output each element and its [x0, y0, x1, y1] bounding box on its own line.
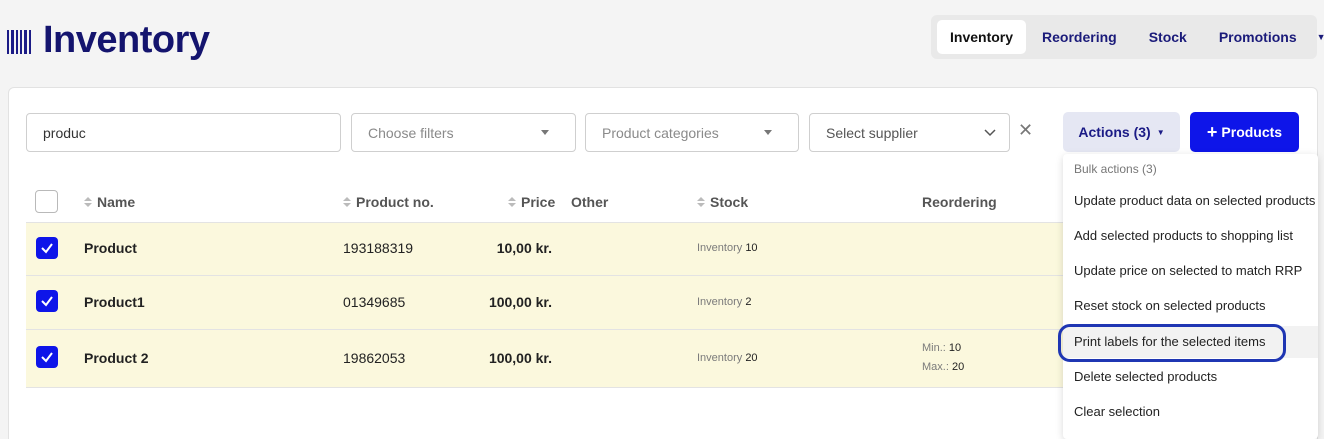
supplier-select[interactable]: Select supplier: [809, 113, 1010, 152]
reorder-min: Min.: 10: [922, 342, 961, 354]
reorder-min-label: Min.:: [922, 342, 946, 354]
column-header-stock[interactable]: Stock: [697, 194, 748, 210]
column-header-label: Name: [97, 194, 136, 210]
checkmark-icon: [41, 296, 53, 307]
table-row[interactable]: Product 2 19862053 100,00 kr. Inventory …: [26, 330, 1066, 388]
sort-icon: [508, 197, 516, 207]
product-name[interactable]: Product1: [84, 294, 145, 310]
table-row[interactable]: Product1 01349685 100,00 kr. Inventory 2: [26, 276, 1066, 330]
column-header-product-no[interactable]: Product no.: [343, 194, 434, 210]
sort-icon: [84, 197, 92, 207]
product-number: 19862053: [343, 350, 406, 366]
column-header-price[interactable]: Price: [508, 194, 555, 210]
app-logo: Inventory: [7, 18, 210, 62]
table-row[interactable]: Product 193188319 10,00 kr. Inventory 10: [26, 223, 1066, 276]
stock-label: Inventory: [697, 352, 743, 364]
filters-placeholder: Choose filters: [368, 124, 454, 141]
product-price: 100,00 kr.: [488, 294, 552, 310]
column-header-label: Product no.: [356, 194, 434, 210]
actions-button[interactable]: Actions (3) ▼: [1063, 112, 1180, 152]
column-header-label: Reordering: [922, 194, 997, 210]
menu-item-add-to-shopping-list[interactable]: Add selected products to shopping list: [1063, 220, 1318, 252]
row-checkbox[interactable]: [36, 346, 58, 368]
reorder-max-value: 20: [951, 361, 965, 373]
reorder-min-value: 10: [948, 342, 962, 354]
row-checkbox[interactable]: [36, 237, 58, 259]
select-all-checkbox[interactable]: [35, 190, 58, 213]
column-header-name[interactable]: Name: [84, 194, 135, 210]
stock-value: 20: [745, 352, 758, 364]
column-header-other: Other: [571, 194, 608, 210]
close-icon[interactable]: ✕: [1018, 120, 1033, 141]
menu-item-update-price-rrp[interactable]: Update price on selected to match RRP: [1063, 255, 1318, 287]
caret-down-icon[interactable]: ▼: [1317, 32, 1324, 42]
add-products-button[interactable]: + Products: [1190, 112, 1299, 152]
stock-label: Inventory: [697, 242, 743, 254]
product-number: 193188319: [343, 240, 414, 256]
dropdown-arrow-icon: [764, 130, 772, 135]
chevron-down-icon: [984, 129, 996, 137]
stock-info: Inventory 10: [697, 242, 758, 254]
stock-value: 2: [745, 296, 752, 308]
menu-item-print-labels[interactable]: Print labels for the selected items: [1063, 326, 1318, 358]
top-nav: Inventory Reordering Stock Promotions ▼: [931, 15, 1324, 59]
column-header-reordering: Reordering: [922, 194, 997, 210]
search-input[interactable]: produc: [26, 113, 341, 152]
supplier-placeholder: Select supplier: [826, 124, 918, 141]
plus-icon: +: [1206, 121, 1218, 142]
sort-icon: [697, 197, 705, 207]
page-title: Inventory: [43, 18, 210, 61]
tab-promotions[interactable]: Promotions: [1203, 20, 1313, 54]
menu-item-delete-products[interactable]: Delete selected products: [1063, 361, 1318, 393]
product-number: 01349685: [343, 294, 406, 310]
actions-button-label: Actions (3): [1078, 124, 1151, 140]
product-name[interactable]: Product: [84, 240, 137, 256]
menu-item-update-product-data[interactable]: Update product data on selected products: [1063, 185, 1318, 217]
stock-info: Inventory 2: [697, 296, 751, 308]
column-header-label: Other: [571, 194, 609, 210]
bulk-actions-header: Bulk actions (3): [1074, 162, 1157, 176]
barcode-icon: [7, 30, 33, 54]
product-price: 10,00 kr.: [496, 240, 552, 256]
row-checkbox[interactable]: [36, 290, 58, 312]
stock-label: Inventory: [697, 296, 743, 308]
reorder-max: Max.: 20: [922, 361, 964, 373]
menu-item-clear-selection[interactable]: Clear selection: [1063, 396, 1318, 428]
column-header-label: Stock: [710, 194, 749, 210]
reorder-max-label: Max.:: [922, 361, 949, 373]
checkmark-icon: [41, 352, 53, 363]
sort-icon: [343, 197, 351, 207]
column-header-label: Price: [521, 194, 556, 210]
search-input-value: produc: [43, 124, 86, 141]
stock-value: 10: [745, 242, 758, 254]
dropdown-arrow-icon: [541, 130, 549, 135]
checkmark-icon: [41, 243, 53, 254]
categories-placeholder: Product categories: [602, 124, 719, 141]
stock-info: Inventory 20: [697, 352, 758, 364]
bulk-actions-menu: Bulk actions (3) Update product data on …: [1063, 154, 1318, 439]
product-name[interactable]: Product 2: [84, 350, 149, 366]
categories-select[interactable]: Product categories: [585, 113, 799, 152]
tab-reordering[interactable]: Reordering: [1026, 20, 1133, 54]
add-products-label: Products: [1221, 124, 1283, 140]
menu-item-reset-stock[interactable]: Reset stock on selected products: [1063, 290, 1318, 322]
filters-select[interactable]: Choose filters: [351, 113, 576, 152]
product-price: 100,00 kr.: [488, 350, 552, 366]
tab-inventory[interactable]: Inventory: [937, 20, 1027, 54]
caret-down-icon: ▼: [1156, 127, 1165, 137]
tab-stock[interactable]: Stock: [1133, 20, 1203, 54]
